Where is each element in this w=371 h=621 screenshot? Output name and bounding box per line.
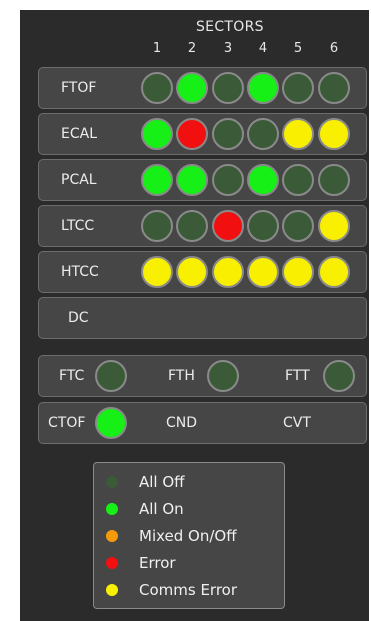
detector-row-ftof[interactable]: FTOF <box>38 67 367 109</box>
detector-label-fth: FTH <box>168 368 195 384</box>
central-detector-row: CTOF CND CVT <box>38 402 367 444</box>
status-led-ecal-sector-1 <box>141 118 173 150</box>
detector-status-panel: SECTORS 1 2 3 4 5 6 FTOF ECAL PCAL LTCC HTCC DC FTC… <box>20 10 369 621</box>
status-led-ecal-sector-6 <box>318 118 350 150</box>
status-led-ltcc-sector-3 <box>212 210 244 242</box>
detector-row-ecal[interactable]: ECAL <box>38 113 367 155</box>
status-led-ftof-sector-2 <box>176 72 208 104</box>
detector-label: LTCC <box>61 218 95 234</box>
status-led-ltcc-sector-1 <box>141 210 173 242</box>
legend-swatch-comms <box>106 584 118 596</box>
sector-number-3: 3 <box>223 41 233 56</box>
legend: All Off All On Mixed On/Off Error Comms Erro… <box>93 462 285 609</box>
detector-label: HTCC <box>61 264 99 280</box>
legend-item-mixed: Mixed On/Off <box>94 526 284 546</box>
status-led-pcal-sector-2 <box>176 164 208 196</box>
detector-label-ftt: FTT <box>285 368 310 384</box>
status-led-ecal-sector-3 <box>212 118 244 150</box>
status-led-pcal-sector-4 <box>247 164 279 196</box>
detector-label-cnd: CND <box>166 415 198 431</box>
status-led-ftof-sector-4 <box>247 72 279 104</box>
detector-row-pcal[interactable]: PCAL <box>38 159 367 201</box>
status-led-ftof-sector-5 <box>282 72 314 104</box>
status-led-ltcc-sector-6 <box>318 210 350 242</box>
legend-swatch-error <box>106 557 118 569</box>
sector-number-5: 5 <box>293 41 303 56</box>
status-led-ecal-sector-5 <box>282 118 314 150</box>
detector-label-ctof: CTOF <box>48 415 86 431</box>
status-led-htcc-sector-6 <box>318 256 350 288</box>
status-led-pcal-sector-3 <box>212 164 244 196</box>
detector-label: FTOF <box>61 80 97 96</box>
detector-label-cvt: CVT <box>283 415 311 431</box>
legend-item-on: All On <box>94 499 284 519</box>
status-led-htcc-sector-4 <box>247 256 279 288</box>
status-led-htcc-sector-5 <box>282 256 314 288</box>
detector-label-ftc: FTC <box>59 368 85 384</box>
forward-tagger-row: FTC FTH FTT <box>38 355 367 397</box>
status-led-ftof-sector-3 <box>212 72 244 104</box>
status-led-ltcc-sector-4 <box>247 210 279 242</box>
detector-row-dc[interactable]: DC <box>38 297 367 339</box>
status-led-htcc-sector-1 <box>141 256 173 288</box>
status-led-ftt <box>323 360 355 392</box>
status-led-ltcc-sector-5 <box>282 210 314 242</box>
legend-swatch-mixed <box>106 530 118 542</box>
status-led-ftof-sector-1 <box>141 72 173 104</box>
status-led-ftc <box>95 360 127 392</box>
status-led-pcal-sector-5 <box>282 164 314 196</box>
sector-number-4: 4 <box>258 41 268 56</box>
status-led-ecal-sector-2 <box>176 118 208 150</box>
detector-label: ECAL <box>61 126 97 142</box>
status-led-pcal-sector-6 <box>318 164 350 196</box>
sector-number-6: 6 <box>329 41 339 56</box>
status-led-fth <box>207 360 239 392</box>
legend-label: Error <box>139 554 176 572</box>
status-led-htcc-sector-2 <box>176 256 208 288</box>
detector-label: DC <box>68 310 89 326</box>
legend-label: All Off <box>139 473 185 491</box>
legend-label: Mixed On/Off <box>139 527 237 545</box>
status-led-htcc-sector-3 <box>212 256 244 288</box>
legend-item-off: All Off <box>94 472 284 492</box>
detector-row-htcc[interactable]: HTCC <box>38 251 367 293</box>
status-led-pcal-sector-1 <box>141 164 173 196</box>
legend-item-error: Error <box>94 553 284 573</box>
sector-number-2: 2 <box>187 41 197 56</box>
status-led-ltcc-sector-2 <box>176 210 208 242</box>
sector-number-1: 1 <box>152 41 162 56</box>
status-led-ftof-sector-6 <box>318 72 350 104</box>
legend-swatch-on <box>106 503 118 515</box>
detector-row-ltcc[interactable]: LTCC <box>38 205 367 247</box>
legend-item-comms: Comms Error <box>94 580 284 600</box>
status-led-ecal-sector-4 <box>247 118 279 150</box>
legend-label: All On <box>139 500 184 518</box>
legend-swatch-off <box>106 476 118 488</box>
status-led-ctof <box>95 407 127 439</box>
legend-label: Comms Error <box>139 581 238 599</box>
detector-label: PCAL <box>61 172 97 188</box>
sectors-header: SECTORS <box>196 19 264 35</box>
